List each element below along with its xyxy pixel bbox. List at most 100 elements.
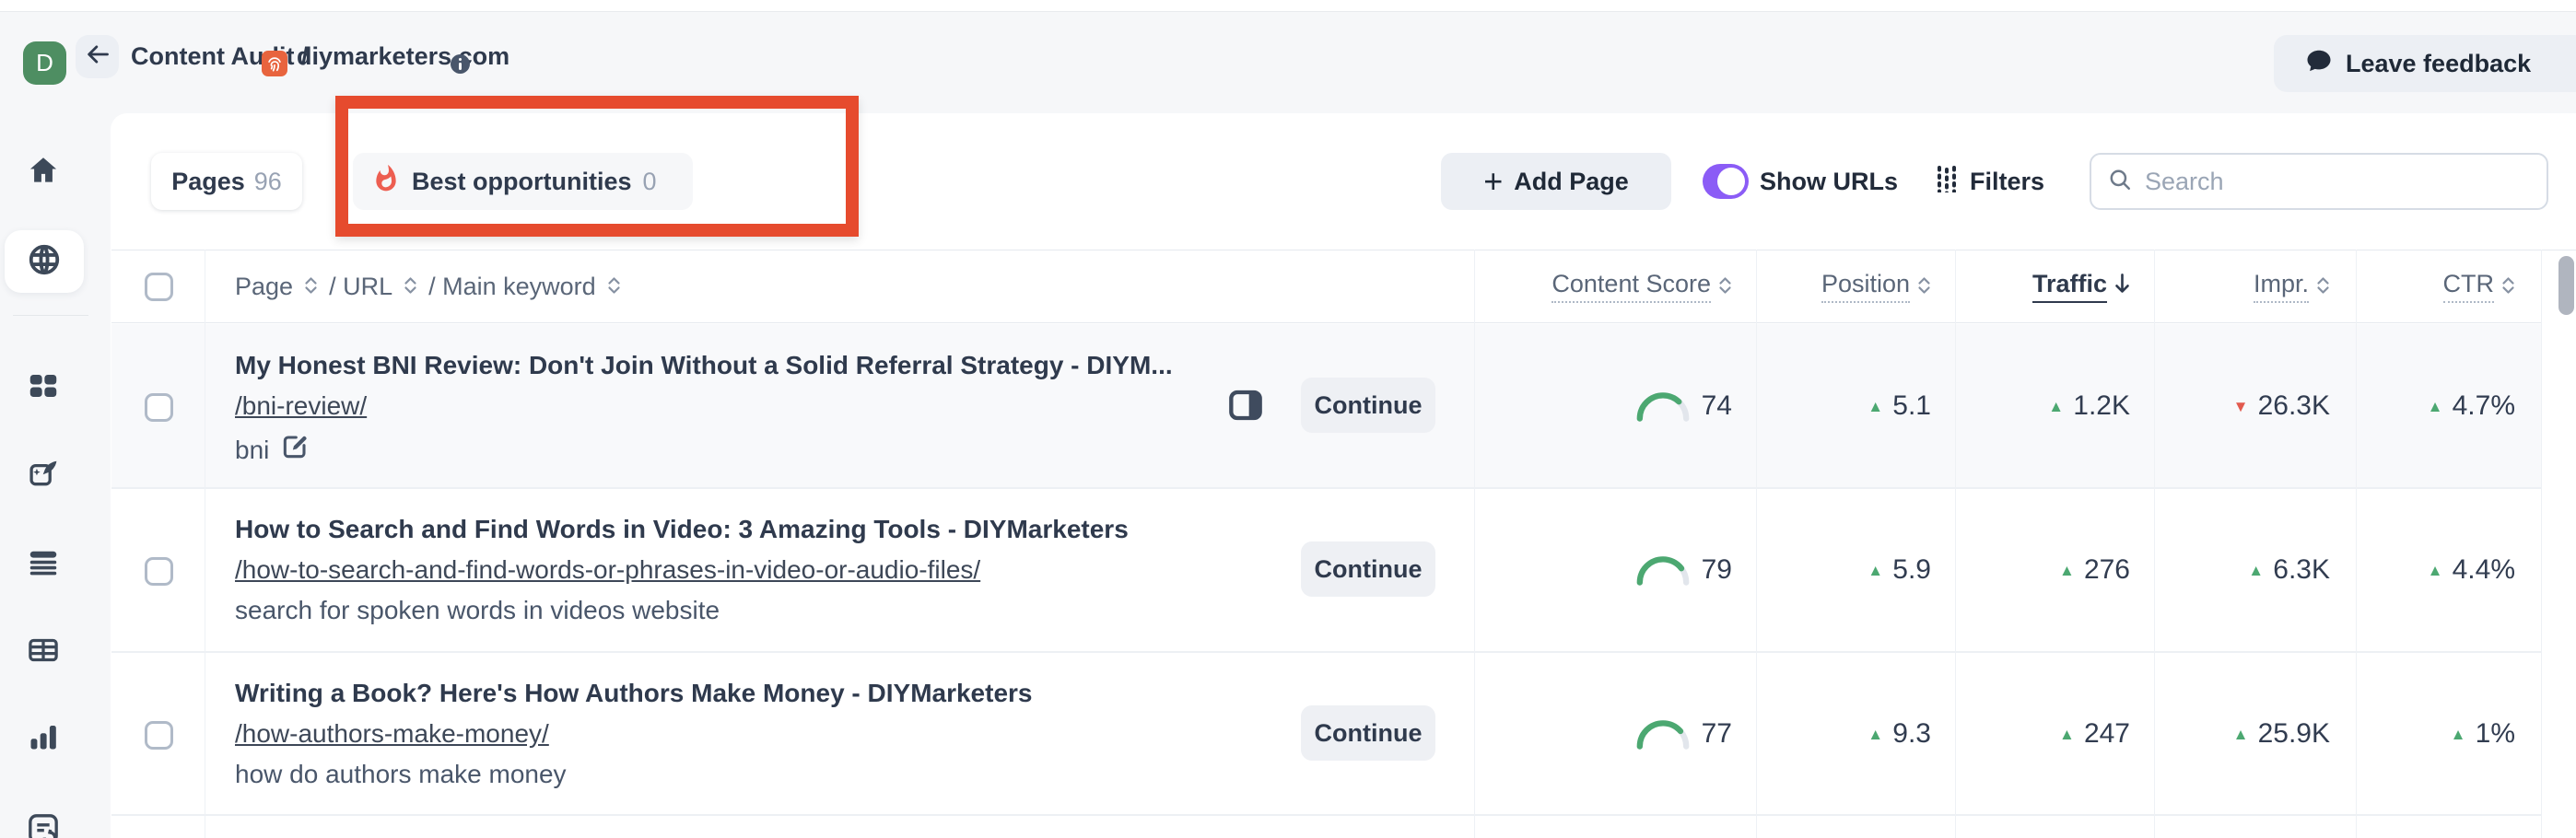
impressions-cell: 25.9K	[2233, 714, 2330, 754]
sidebar-item-list[interactable]	[0, 545, 87, 583]
position-cell: 9.3	[1868, 714, 1931, 754]
tab-pages[interactable]: Pages 96	[151, 153, 302, 210]
column-border	[1955, 250, 1956, 838]
avatar[interactable]: D	[23, 41, 66, 85]
position-value: 5.1	[1892, 390, 1931, 422]
impressions-column-header[interactable]: Impr.	[2254, 250, 2330, 323]
search-input[interactable]	[2143, 167, 2530, 197]
traffic-header-label: Traffic	[2032, 270, 2107, 303]
column-border	[2541, 250, 2542, 838]
traffic-value: 247	[2084, 718, 2130, 750]
main-keyword[interactable]: search for spoken words in videos websit…	[235, 596, 720, 625]
compose-icon	[27, 457, 60, 495]
sidebar-item-table[interactable]	[0, 634, 87, 671]
sort-icon	[2501, 273, 2515, 301]
ctr-cell: 1%	[2451, 714, 2515, 754]
select-all-checkbox[interactable]	[145, 273, 173, 301]
row-checkbox-wrap	[145, 721, 173, 750]
plus-icon	[1483, 165, 1503, 199]
trend-icon	[1868, 727, 1884, 742]
sidebar-item-analytics[interactable]	[0, 720, 87, 758]
position-cell: 5.9	[1868, 550, 1931, 590]
row-checkbox-wrap	[145, 393, 173, 422]
content-score-column-header[interactable]: Content Score	[1551, 250, 1732, 323]
impressions-header-label: Impr.	[2254, 270, 2309, 303]
sidebar-item-content-editor[interactable]	[0, 457, 87, 495]
top-strip	[0, 0, 2576, 12]
project-domain[interactable]: diymarketers.com	[297, 35, 509, 78]
trend-icon	[2428, 399, 2444, 414]
speech-bubble-icon	[2305, 47, 2333, 81]
sidebar-item-home[interactable]	[0, 154, 87, 192]
home-icon	[27, 154, 60, 192]
leave-feedback-button[interactable]: Leave feedback	[2274, 35, 2576, 92]
content-score-cell: 74	[1634, 386, 1732, 426]
show-urls-label: Show URLs	[1760, 153, 1898, 210]
page-url-link[interactable]: /bni-review/	[235, 391, 367, 421]
page-url-link[interactable]: /how-to-search-and-find-words-or-phrases…	[235, 555, 980, 585]
traffic-column-header[interactable]: Traffic	[2032, 250, 2130, 323]
traffic-value: 1.2K	[2073, 390, 2130, 422]
trend-icon	[2233, 399, 2250, 414]
column-border	[1756, 250, 1757, 838]
sidebar-divider	[13, 315, 88, 316]
impressions-value: 26.3K	[2258, 390, 2330, 422]
page-url-link[interactable]: /how-authors-make-money/	[235, 719, 549, 749]
grid-icon	[27, 369, 60, 407]
content-score-value: 79	[1702, 554, 1732, 586]
tab-pages-count: 96	[254, 168, 282, 196]
traffic-cell: 247	[2059, 714, 2130, 754]
leave-feedback-label: Leave feedback	[2346, 50, 2531, 78]
row-checkbox[interactable]	[145, 721, 173, 750]
content-score-cell: 79	[1634, 550, 1732, 590]
info-icon[interactable]	[451, 54, 470, 74]
continue-button[interactable]: Continue	[1301, 541, 1435, 597]
main-keyword[interactable]: bni	[235, 432, 310, 468]
trend-icon	[2428, 563, 2444, 578]
sort-icon	[304, 273, 318, 301]
impressions-cell: 26.3K	[2233, 386, 2330, 426]
add-page-button[interactable]: Add Page	[1441, 153, 1671, 210]
content-score-header-label: Content Score	[1551, 270, 1711, 303]
trend-icon	[1868, 563, 1884, 578]
annotation-highlight-rectangle	[335, 96, 859, 237]
page-title-link[interactable]: My Honest BNI Review: Don't Join Without…	[235, 351, 1173, 380]
row-checkbox[interactable]	[145, 393, 173, 422]
bar-chart-icon	[27, 720, 60, 758]
sidebar-item-projects-active[interactable]	[5, 230, 84, 293]
tab-pages-label: Pages	[171, 168, 245, 196]
sidebar-item-dashboard[interactable]	[0, 369, 87, 407]
document-refresh-icon	[25, 810, 62, 838]
sidebar-item-reaudit[interactable]	[0, 810, 87, 838]
row-separator	[111, 814, 2541, 816]
content-score-value: 74	[1702, 390, 1732, 422]
site-favicon-fingerprint-icon	[262, 51, 287, 76]
open-side-panel-icon[interactable]	[1227, 387, 1264, 424]
sort-icon	[607, 273, 621, 301]
main-keyword[interactable]: how do authors make money	[235, 760, 567, 789]
show-urls-toggle[interactable]	[1703, 164, 1749, 199]
continue-button[interactable]: Continue	[1301, 705, 1435, 761]
ctr-column-header[interactable]: CTR	[2443, 250, 2516, 323]
continue-button[interactable]: Continue	[1301, 378, 1435, 433]
trend-icon	[2059, 563, 2076, 578]
page-column-header[interactable]: Page / URL / Main keyword	[235, 250, 621, 323]
back-button[interactable]	[76, 35, 119, 78]
page-title-link[interactable]: Writing a Book? Here's How Authors Make …	[235, 679, 1033, 708]
page-header-label: Page	[235, 273, 293, 301]
filters-label: Filters	[1970, 168, 2044, 196]
row-checkbox[interactable]	[145, 557, 173, 586]
add-page-label: Add Page	[1514, 168, 1629, 196]
score-gauge	[1634, 390, 1692, 423]
search-icon	[2108, 168, 2132, 196]
search-box[interactable]	[2090, 153, 2548, 210]
sort-icon	[404, 273, 417, 301]
page-title-link[interactable]: How to Search and Find Words in Video: 3…	[235, 515, 1129, 544]
content-audit-app: D	[0, 0, 2576, 838]
edit-keyword-icon[interactable]	[280, 432, 310, 468]
filters-button[interactable]: Filters	[1933, 153, 2044, 210]
position-column-header[interactable]: Position	[1821, 250, 1931, 323]
vertical-scrollbar-thumb[interactable]	[2558, 256, 2574, 315]
column-border	[1474, 250, 1475, 838]
ctr-cell: 4.4%	[2428, 550, 2515, 590]
